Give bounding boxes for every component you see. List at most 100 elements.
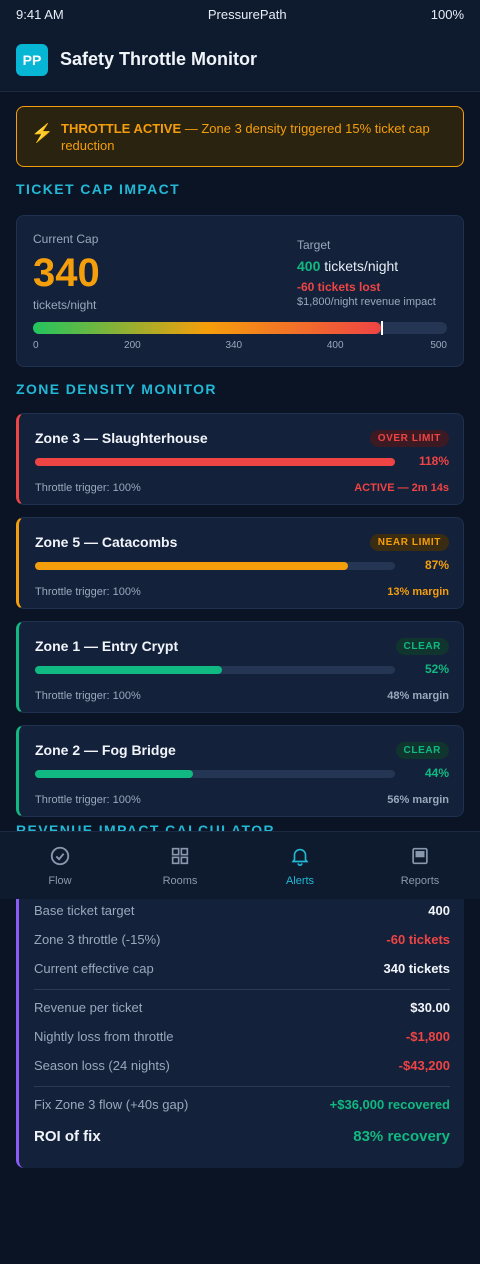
zone-density-fill [35,666,223,674]
zone-name: Zone 3 — Slaughterhouse [35,430,208,446]
cap-gauge-ticks: 0 200 340 400 500 [33,340,447,352]
revenue-row-label: Base ticket target [34,903,135,918]
roi-value: 83% recovery [353,1128,450,1145]
cap-gauge-marker [380,321,383,335]
zone-density-bar [35,770,395,778]
lightning-icon: ⚡ [31,123,54,143]
section-title-zone-density: ZONE DENSITY MONITOR [16,381,217,397]
revenue-divider [34,1086,450,1087]
status-time: 9:41 AM [16,6,64,22]
revenue-row-value: -60 tickets [386,932,450,947]
bell-icon [289,845,311,875]
zone-status-text: ACTIVE — 2m 14s [354,482,449,494]
revenue-row: Nightly loss from throttle -$1,800 [34,1029,450,1044]
zone-density-percent: 87% [424,558,449,572]
zone-card[interactable]: Zone 5 — Catacombs NEAR LIMIT 87% Throttle … [16,517,464,609]
revenue-row-value: 400 [428,903,450,918]
revenue-impact: $1,800/night revenue impact [297,296,436,308]
zone-card[interactable]: Zone 2 — Fog Bridge CLEAR 44% Throttle trig… [16,725,464,817]
zone-throttle-trigger: Throttle trigger: 100% [35,586,141,598]
cap-gauge-fill [33,322,381,334]
zone-list: Zone 3 — Slaughterhouse OVER LIMIT 118% Thr… [16,413,464,817]
section-title-ticket-cap: TICKET CAP IMPACT [16,181,181,197]
main-content: ⚡ THROTTLE ACTIVE — Zone 3 density trigg… [0,92,480,817]
revenue-row-label: Current effective cap [34,961,154,976]
revenue-row: Current effective cap 340 tickets [34,961,450,976]
current-cap-unit: tickets/night [33,298,97,312]
revenue-row-value: $30.00 [410,1000,450,1015]
nav-item-flow[interactable]: Flow [0,832,120,899]
zone-density-bar [35,666,395,674]
zone-density-bar [35,458,395,466]
current-cap-label: Current Cap [33,232,99,246]
revenue-row-value: +$36,000 recovered [329,1097,450,1112]
zone-status-text: 13% margin [387,586,449,598]
zone-card[interactable]: Zone 3 — Slaughterhouse OVER LIMIT 118% Thr… [16,413,464,505]
revenue-row: Base ticket target 400 [34,903,450,918]
zone-density-fill [35,458,395,466]
revenue-row: Zone 3 throttle (-15%) -60 tickets [34,932,450,947]
target-label: Target [297,238,331,252]
revenue-row: Fix Zone 3 flow (+40s gap) +$36,000 recov… [34,1097,450,1112]
zone-density-percent: 52% [424,662,449,676]
gauge-tick-label: 400 [326,340,344,351]
revenue-row-label: Revenue per ticket [34,1000,143,1015]
zone-name: Zone 2 — Fog Bridge [35,742,176,758]
nav-item-rooms[interactable]: Rooms [120,832,240,899]
status-bar: 9:41 AM PressurePath 100% [0,0,480,28]
revenue-row-label: Zone 3 throttle (-15%) [34,932,161,947]
cap-gauge [33,321,447,335]
target-number: 400 [297,258,321,274]
nav-item-alerts[interactable]: Alerts [240,832,360,899]
ticket-cap-card: Current Cap 340 tickets/night Target 400… [16,215,464,367]
gauge-tick-label: 500 [430,340,447,351]
zone-throttle-trigger: Throttle trigger: 100% [35,794,141,806]
bottom-nav: Flow Rooms Alerts Reports [0,831,480,899]
zone-status-badge: CLEAR [395,638,449,655]
zone-density-fill [35,770,194,778]
grid-icon [169,845,191,875]
status-carrier: PressurePath [207,6,287,22]
current-cap-value: 340 [33,251,100,295]
target-unit: tickets/night [320,258,399,274]
alert-strong-text: THROTTLE ACTIVE [61,121,182,136]
zone-name: Zone 5 — Catacombs [35,534,178,550]
roi-row: ROI of fix 83% recovery [34,1128,450,1145]
zone-status-text: 56% margin [387,794,449,806]
revenue-row: Revenue per ticket $30.00 [34,1000,450,1015]
nav-item-label: Rooms [162,875,198,887]
roi-label: ROI of fix [34,1128,101,1145]
status-battery: 100% [430,6,464,22]
nav-item-label: Flow [48,875,72,887]
throttle-alert-banner[interactable]: ⚡ THROTTLE ACTIVE — Zone 3 density trigg… [16,106,464,167]
nav-item-label: Reports [400,875,440,887]
zone-card[interactable]: Zone 1 — Entry Crypt CLEAR 52% Throttle tri… [16,621,464,713]
zone-status-badge: CLEAR [395,742,449,759]
revenue-row-label: Season loss (24 nights) [34,1058,170,1073]
check-circle-icon [49,845,71,875]
page-title: Safety Throttle Monitor [60,49,257,69]
revenue-calculator-card: Base ticket target 400 Zone 3 throttle (-1… [16,886,464,1168]
zone-density-percent: 44% [424,766,449,780]
app-header: PP Safety Throttle Monitor [0,28,480,92]
zone-density-percent: 118% [418,454,449,468]
tickets-lost: -60 tickets lost [297,280,381,294]
zone-status-text: 48% margin [387,690,449,702]
zone-status-badge: OVER LIMIT [369,430,449,447]
revenue-row-label: Fix Zone 3 flow (+40s gap) [34,1097,189,1112]
zone-density-bar [35,562,395,570]
app-logo: PP [16,43,48,76]
revenue-divider [34,989,450,990]
nav-item-label: Alerts [285,875,315,887]
revenue-row: Season loss (24 nights) -$43,200 [34,1058,450,1073]
nav-item-reports[interactable]: Reports [360,832,480,899]
gauge-tick-label: 340 [225,340,243,351]
report-icon [409,845,431,875]
revenue-row-value: -$1,800 [405,1029,450,1044]
gauge-tick-label: 200 [124,340,141,351]
zone-throttle-trigger: Throttle trigger: 100% [35,482,141,494]
zone-status-badge: NEAR LIMIT [369,534,449,551]
gauge-tick-label: 0 [33,340,39,351]
zone-name: Zone 1 — Entry Crypt [35,638,179,654]
zone-throttle-trigger: Throttle trigger: 100% [35,690,141,702]
